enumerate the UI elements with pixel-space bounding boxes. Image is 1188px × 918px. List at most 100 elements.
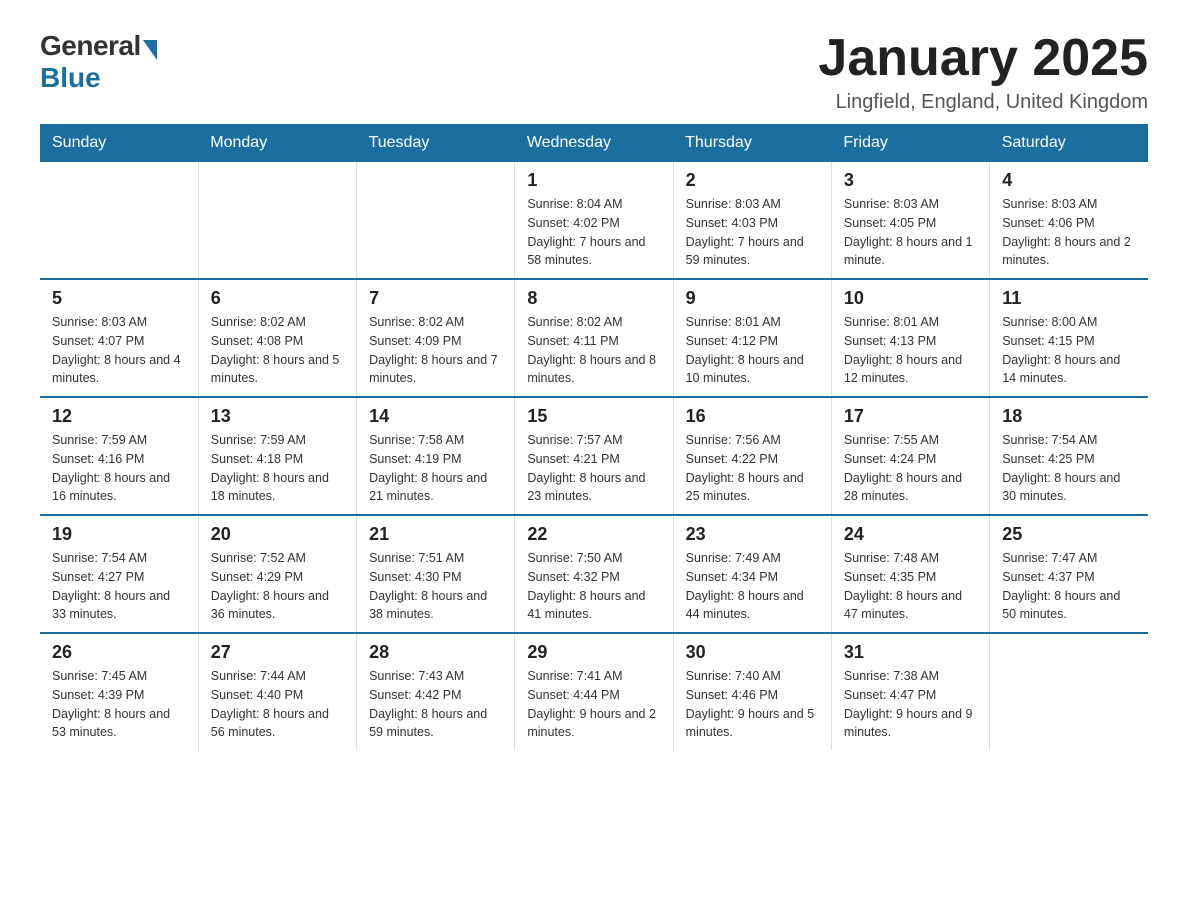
- day-number: 21: [369, 524, 502, 545]
- day-number: 30: [686, 642, 819, 663]
- calendar-cell: 4 Sunrise: 8:03 AM Sunset: 4:06 PM Daylig…: [990, 162, 1148, 279]
- day-number: 14: [369, 406, 502, 427]
- day-number: 4: [1002, 170, 1136, 191]
- calendar-week-4: 19 Sunrise: 7:54 AM Sunset: 4:27 PM Dayli…: [40, 515, 1148, 633]
- day-info: Sunrise: 7:50 AM Sunset: 4:32 PM Dayligh…: [527, 549, 660, 624]
- calendar-cell: 17 Sunrise: 7:55 AM Sunset: 4:24 PM Dayli…: [831, 397, 989, 515]
- day-number: 28: [369, 642, 502, 663]
- calendar-cell: 1 Sunrise: 8:04 AM Sunset: 4:02 PM Daylig…: [515, 162, 673, 279]
- logo-arrow-icon: [143, 40, 157, 60]
- day-number: 23: [686, 524, 819, 545]
- calendar-cell: 31 Sunrise: 7:38 AM Sunset: 4:47 PM Dayli…: [831, 633, 989, 750]
- day-number: 12: [52, 406, 186, 427]
- day-info: Sunrise: 7:54 AM Sunset: 4:25 PM Dayligh…: [1002, 431, 1136, 506]
- day-number: 11: [1002, 288, 1136, 309]
- day-info: Sunrise: 7:43 AM Sunset: 4:42 PM Dayligh…: [369, 667, 502, 742]
- logo-general-text: General: [40, 30, 141, 62]
- day-info: Sunrise: 7:59 AM Sunset: 4:18 PM Dayligh…: [211, 431, 344, 506]
- day-number: 22: [527, 524, 660, 545]
- day-number: 24: [844, 524, 977, 545]
- calendar-cell: 20 Sunrise: 7:52 AM Sunset: 4:29 PM Dayli…: [198, 515, 356, 633]
- day-info: Sunrise: 7:44 AM Sunset: 4:40 PM Dayligh…: [211, 667, 344, 742]
- day-info: Sunrise: 8:00 AM Sunset: 4:15 PM Dayligh…: [1002, 313, 1136, 388]
- day-info: Sunrise: 7:38 AM Sunset: 4:47 PM Dayligh…: [844, 667, 977, 742]
- day-info: Sunrise: 7:40 AM Sunset: 4:46 PM Dayligh…: [686, 667, 819, 742]
- day-info: Sunrise: 8:03 AM Sunset: 4:07 PM Dayligh…: [52, 313, 186, 388]
- logo: General Blue: [40, 30, 157, 94]
- day-number: 19: [52, 524, 186, 545]
- day-info: Sunrise: 8:02 AM Sunset: 4:09 PM Dayligh…: [369, 313, 502, 388]
- day-info: Sunrise: 7:54 AM Sunset: 4:27 PM Dayligh…: [52, 549, 186, 624]
- calendar-cell: 3 Sunrise: 8:03 AM Sunset: 4:05 PM Daylig…: [831, 162, 989, 279]
- logo-blue-text: Blue: [40, 62, 101, 94]
- page-header: General Blue January 2025 Lingfield, Eng…: [40, 30, 1148, 114]
- calendar-cell: [198, 162, 356, 279]
- day-info: Sunrise: 8:02 AM Sunset: 4:08 PM Dayligh…: [211, 313, 344, 388]
- calendar-cell: [357, 162, 515, 279]
- day-info: Sunrise: 7:57 AM Sunset: 4:21 PM Dayligh…: [527, 431, 660, 506]
- calendar-cell: 11 Sunrise: 8:00 AM Sunset: 4:15 PM Dayli…: [990, 279, 1148, 397]
- day-number: 1: [527, 170, 660, 191]
- calendar-cell: 22 Sunrise: 7:50 AM Sunset: 4:32 PM Dayli…: [515, 515, 673, 633]
- day-info: Sunrise: 8:03 AM Sunset: 4:06 PM Dayligh…: [1002, 195, 1136, 270]
- day-info: Sunrise: 7:45 AM Sunset: 4:39 PM Dayligh…: [52, 667, 186, 742]
- day-info: Sunrise: 7:41 AM Sunset: 4:44 PM Dayligh…: [527, 667, 660, 742]
- day-info: Sunrise: 7:55 AM Sunset: 4:24 PM Dayligh…: [844, 431, 977, 506]
- day-number: 26: [52, 642, 186, 663]
- day-header-tuesday: Tuesday: [357, 124, 515, 162]
- calendar-cell: 9Sunrise: 8:01 AM Sunset: 4:12 PM Daylig…: [673, 279, 831, 397]
- calendar-cell: 23 Sunrise: 7:49 AM Sunset: 4:34 PM Dayli…: [673, 515, 831, 633]
- day-info: Sunrise: 7:52 AM Sunset: 4:29 PM Dayligh…: [211, 549, 344, 624]
- calendar-cell: 30 Sunrise: 7:40 AM Sunset: 4:46 PM Dayli…: [673, 633, 831, 750]
- calendar-cell: 15 Sunrise: 7:57 AM Sunset: 4:21 PM Dayli…: [515, 397, 673, 515]
- calendar-cell: 14 Sunrise: 7:58 AM Sunset: 4:19 PM Dayli…: [357, 397, 515, 515]
- day-info: Sunrise: 8:03 AM Sunset: 4:05 PM Dayligh…: [844, 195, 977, 270]
- calendar-cell: 21Sunrise: 7:51 AM Sunset: 4:30 PM Dayli…: [357, 515, 515, 633]
- calendar-cell: 10Sunrise: 8:01 AM Sunset: 4:13 PM Dayli…: [831, 279, 989, 397]
- day-info: Sunrise: 8:02 AM Sunset: 4:11 PM Dayligh…: [527, 313, 660, 388]
- calendar-cell: 7 Sunrise: 8:02 AM Sunset: 4:09 PM Daylig…: [357, 279, 515, 397]
- day-info: Sunrise: 7:56 AM Sunset: 4:22 PM Dayligh…: [686, 431, 819, 506]
- day-number: 6: [211, 288, 344, 309]
- day-info: Sunrise: 7:58 AM Sunset: 4:19 PM Dayligh…: [369, 431, 502, 506]
- day-number: 2: [686, 170, 819, 191]
- day-header-monday: Monday: [198, 124, 356, 162]
- calendar-cell: 12 Sunrise: 7:59 AM Sunset: 4:16 PM Dayli…: [40, 397, 198, 515]
- calendar-cell: 2Sunrise: 8:03 AM Sunset: 4:03 PM Daylig…: [673, 162, 831, 279]
- day-info: Sunrise: 7:49 AM Sunset: 4:34 PM Dayligh…: [686, 549, 819, 624]
- day-number: 9: [686, 288, 819, 309]
- day-info: Sunrise: 7:59 AM Sunset: 4:16 PM Dayligh…: [52, 431, 186, 506]
- calendar-cell: 8 Sunrise: 8:02 AM Sunset: 4:11 PM Daylig…: [515, 279, 673, 397]
- calendar-cell: 26 Sunrise: 7:45 AM Sunset: 4:39 PM Dayli…: [40, 633, 198, 750]
- day-number: 15: [527, 406, 660, 427]
- day-number: 3: [844, 170, 977, 191]
- day-number: 10: [844, 288, 977, 309]
- calendar-cell: 18 Sunrise: 7:54 AM Sunset: 4:25 PM Dayli…: [990, 397, 1148, 515]
- day-number: 8: [527, 288, 660, 309]
- day-number: 7: [369, 288, 502, 309]
- day-number: 16: [686, 406, 819, 427]
- calendar-cell: 13 Sunrise: 7:59 AM Sunset: 4:18 PM Dayli…: [198, 397, 356, 515]
- calendar-week-1: 1 Sunrise: 8:04 AM Sunset: 4:02 PM Daylig…: [40, 162, 1148, 279]
- calendar-week-2: 5 Sunrise: 8:03 AM Sunset: 4:07 PM Daylig…: [40, 279, 1148, 397]
- day-info: Sunrise: 8:04 AM Sunset: 4:02 PM Dayligh…: [527, 195, 660, 270]
- calendar-week-3: 12 Sunrise: 7:59 AM Sunset: 4:16 PM Dayli…: [40, 397, 1148, 515]
- calendar-table: SundayMondayTuesdayWednesdayThursdayFrid…: [40, 124, 1148, 750]
- month-title: January 2025: [818, 30, 1148, 87]
- calendar-cell: 6 Sunrise: 8:02 AM Sunset: 4:08 PM Daylig…: [198, 279, 356, 397]
- day-info: Sunrise: 7:48 AM Sunset: 4:35 PM Dayligh…: [844, 549, 977, 624]
- calendar-cell: [990, 633, 1148, 750]
- day-number: 27: [211, 642, 344, 663]
- day-header-saturday: Saturday: [990, 124, 1148, 162]
- calendar-cell: 27 Sunrise: 7:44 AM Sunset: 4:40 PM Dayli…: [198, 633, 356, 750]
- calendar-cell: 25Sunrise: 7:47 AM Sunset: 4:37 PM Dayli…: [990, 515, 1148, 633]
- day-number: 18: [1002, 406, 1136, 427]
- title-section: January 2025 Lingfield, England, United …: [818, 30, 1148, 114]
- day-number: 13: [211, 406, 344, 427]
- day-number: 17: [844, 406, 977, 427]
- day-number: 31: [844, 642, 977, 663]
- day-number: 25: [1002, 524, 1136, 545]
- day-header-sunday: Sunday: [40, 124, 198, 162]
- day-number: 5: [52, 288, 186, 309]
- day-number: 20: [211, 524, 344, 545]
